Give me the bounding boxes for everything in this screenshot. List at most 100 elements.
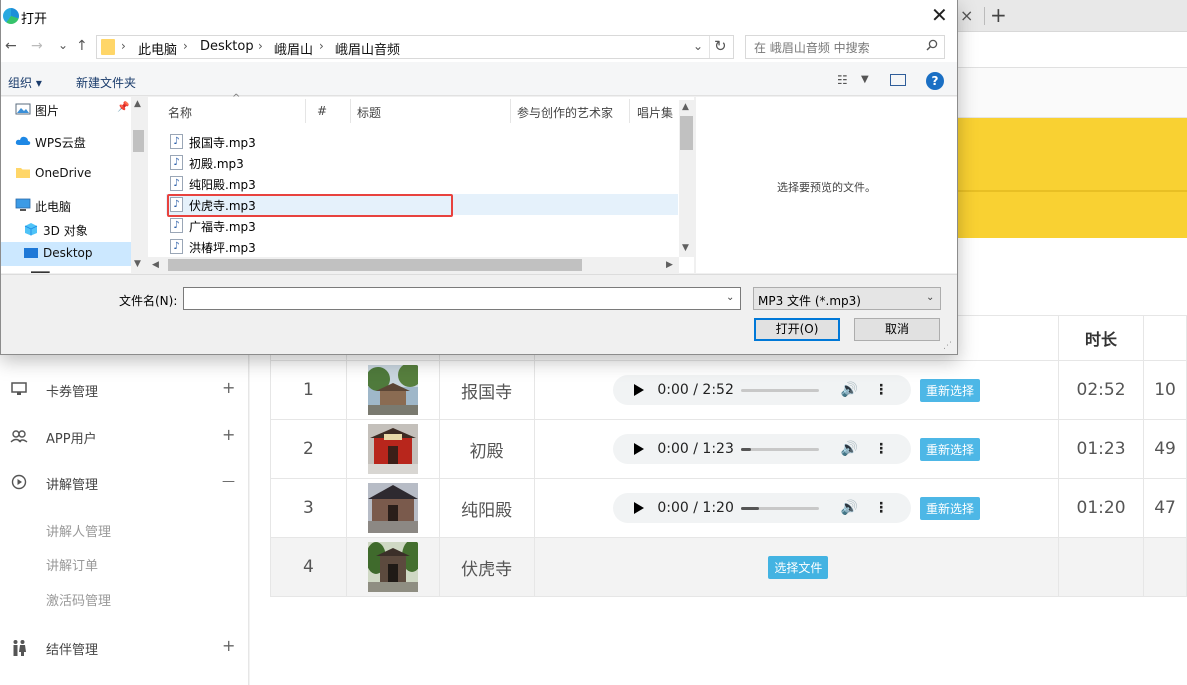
breadcrumb-item[interactable]: 峨眉山 <box>274 39 313 58</box>
preview-pane-icon[interactable] <box>890 74 906 86</box>
sidebar-subitem-guide-orders[interactable]: 讲解订单 <box>46 555 98 574</box>
organize-button[interactable]: 组织 ▾ <box>8 74 42 91</box>
audio-progress[interactable] <box>740 388 819 392</box>
audio-file-icon: ♪ <box>170 239 183 254</box>
row-duration: 01:23 <box>1058 419 1145 479</box>
resize-grip-icon[interactable]: ⋰ <box>943 341 952 351</box>
breadcrumb-item[interactable]: 此电脑 <box>138 39 177 58</box>
more-options-icon[interactable]: ⋮ <box>874 500 888 516</box>
audio-player[interactable]: 0:00 / 1:23 🔊 ⋮ <box>612 434 911 464</box>
audio-time: 0:00 / 2:52 <box>657 382 734 398</box>
sidebar-item-coupons[interactable]: 卡券管理 + <box>0 375 249 405</box>
help-icon[interactable]: ? <box>926 72 944 90</box>
sidebar-subitem-activation-codes[interactable]: 激活码管理 <box>46 590 111 609</box>
sidebar-item-guide-management[interactable]: 讲解管理 — <box>0 468 249 498</box>
scroll-up-icon[interactable]: ▲ <box>682 102 689 112</box>
refresh-icon[interactable]: ↻ <box>714 37 727 55</box>
nav-item-this-pc[interactable]: 此电脑 <box>1 194 131 218</box>
column-header-album[interactable]: 唱片集 <box>637 104 673 121</box>
new-tab-icon[interactable]: + <box>990 3 1007 27</box>
file-item[interactable]: ♪ 纯阳殿.mp3 <box>166 173 678 194</box>
column-header-name[interactable]: 名称 <box>168 104 192 121</box>
row-index: 2 <box>270 419 347 479</box>
chevron-down-icon[interactable]: ⌄ <box>726 292 734 303</box>
filename-input[interactable]: ⌄ <box>183 287 741 310</box>
nav-item-wps-cloud[interactable]: WPS云盘 <box>1 130 131 154</box>
reselect-button[interactable]: 重新选择 <box>920 496 981 520</box>
open-button[interactable]: 打开(O) <box>754 318 840 341</box>
column-header-title[interactable]: 标题 <box>357 104 381 121</box>
close-icon[interactable]: ✕ <box>931 3 948 27</box>
chevron-down-icon[interactable]: ⌄ <box>926 292 934 303</box>
scroll-right-icon[interactable]: ▶ <box>666 260 673 270</box>
play-icon[interactable] <box>633 501 645 515</box>
up-arrow-icon[interactable]: ↑ <box>76 38 88 54</box>
nav-item-pictures[interactable]: 图片 📌 <box>1 98 131 122</box>
audio-progress[interactable] <box>740 447 819 451</box>
sidebar-item-app-users[interactable]: APP用户 + <box>0 422 249 452</box>
nav-item-desktop[interactable]: Desktop <box>1 242 131 266</box>
address-path-bar[interactable]: › 此电脑 › Desktop › 峨眉山 › 峨眉山音频 ⌄ ↻ <box>96 35 734 59</box>
expand-icon[interactable]: + <box>222 636 235 655</box>
page-header <box>956 68 1187 118</box>
scroll-up-icon[interactable]: ▲ <box>134 99 141 109</box>
scroll-left-icon[interactable]: ◀ <box>152 260 159 270</box>
reselect-button[interactable]: 重新选择 <box>920 378 981 402</box>
browser-address-bar[interactable] <box>956 32 1187 68</box>
nav-item-label: 3D 对象 <box>43 224 88 238</box>
more-options-icon[interactable]: ⋮ <box>874 441 888 457</box>
volume-icon[interactable]: 🔊 <box>841 441 858 457</box>
sidebar-subitem-guides[interactable]: 讲解人管理 <box>46 521 111 540</box>
chevron-down-icon[interactable]: ⌄ <box>693 39 703 53</box>
file-item[interactable]: ♪ 报国寺.mp3 <box>166 131 678 152</box>
table-row: 1 报国寺 0:00 / 2:52 🔊 ⋮ 重新选择 02:52 10 <box>270 360 1187 420</box>
breadcrumb-item[interactable]: Desktop <box>200 39 254 54</box>
sidebar-item-companions[interactable]: 结伴管理 + <box>0 633 249 663</box>
search-icon[interactable] <box>926 39 938 55</box>
users-icon <box>10 428 28 446</box>
play-icon[interactable] <box>633 383 645 397</box>
file-item[interactable]: ♪ 初殿.mp3 <box>166 152 678 173</box>
search-placeholder: 在 峨眉山音频 中搜索 <box>754 41 870 55</box>
more-options-icon[interactable]: ⋮ <box>874 382 888 398</box>
navigation-scrollbar[interactable]: ▲ ▼ <box>131 97 146 273</box>
file-item[interactable]: ♪ 洪椿坪.mp3 <box>166 236 678 257</box>
expand-icon[interactable]: + <box>222 425 235 444</box>
collapse-icon[interactable]: — <box>222 474 235 489</box>
chevron-down-icon[interactable]: ▼ <box>861 74 869 85</box>
file-list-horizontal-scrollbar[interactable]: ◀ ▶ <box>148 257 679 273</box>
audio-progress[interactable] <box>740 506 819 510</box>
recent-locations-icon[interactable]: ⌄ <box>58 38 68 52</box>
file-list-pane: ^ 名称 # 标题 参与创作的艺术家 唱片集 ♪ 报国寺.mp3 ♪ 初殿.mp… <box>148 93 694 273</box>
scroll-down-icon[interactable]: ▼ <box>682 243 689 253</box>
file-type-select[interactable]: MP3 文件 (*.mp3) ⌄ <box>753 287 941 310</box>
expand-icon[interactable]: + <box>222 378 235 397</box>
reselect-button[interactable]: 重新选择 <box>920 437 981 461</box>
forward-arrow-icon[interactable]: → <box>31 38 43 54</box>
cancel-button[interactable]: 取消 <box>854 318 940 341</box>
file-item[interactable]: ♪ 广福寺.mp3 <box>166 215 678 236</box>
nav-item-3d-objects[interactable]: 3D 对象 <box>9 218 139 242</box>
audio-player[interactable]: 0:00 / 2:52 🔊 ⋮ <box>612 375 911 405</box>
new-folder-button[interactable]: 新建文件夹 <box>76 74 136 91</box>
tab-close-icon[interactable]: × <box>960 6 973 25</box>
column-header-number[interactable]: # <box>317 104 327 118</box>
choose-file-button[interactable]: 选择文件 <box>768 555 829 579</box>
breadcrumb-item[interactable]: 峨眉山音频 <box>335 39 400 58</box>
file-name: 纯阳殿.mp3 <box>189 178 256 192</box>
sidebar-item-label: 卡券管理 <box>46 385 99 400</box>
pictures-icon <box>15 102 31 116</box>
search-input[interactable]: 在 峨眉山音频 中搜索 <box>745 35 945 59</box>
scroll-down-icon[interactable]: ▼ <box>134 259 141 269</box>
volume-icon[interactable]: 🔊 <box>841 500 858 516</box>
audio-player[interactable]: 0:00 / 1:20 🔊 ⋮ <box>612 493 911 523</box>
pin-icon[interactable]: 📌 <box>117 102 129 113</box>
back-arrow-icon[interactable]: ← <box>5 38 17 54</box>
view-options-icon[interactable]: ☷ <box>837 73 848 87</box>
play-icon[interactable] <box>633 442 645 456</box>
file-list-vertical-scrollbar[interactable]: ▲ ▼ <box>679 100 694 257</box>
nav-item-onedrive[interactable]: OneDrive <box>1 162 131 186</box>
volume-icon[interactable]: 🔊 <box>841 382 858 398</box>
row-extra: 10 <box>1143 360 1187 420</box>
column-header-artist[interactable]: 参与创作的艺术家 <box>517 104 613 121</box>
